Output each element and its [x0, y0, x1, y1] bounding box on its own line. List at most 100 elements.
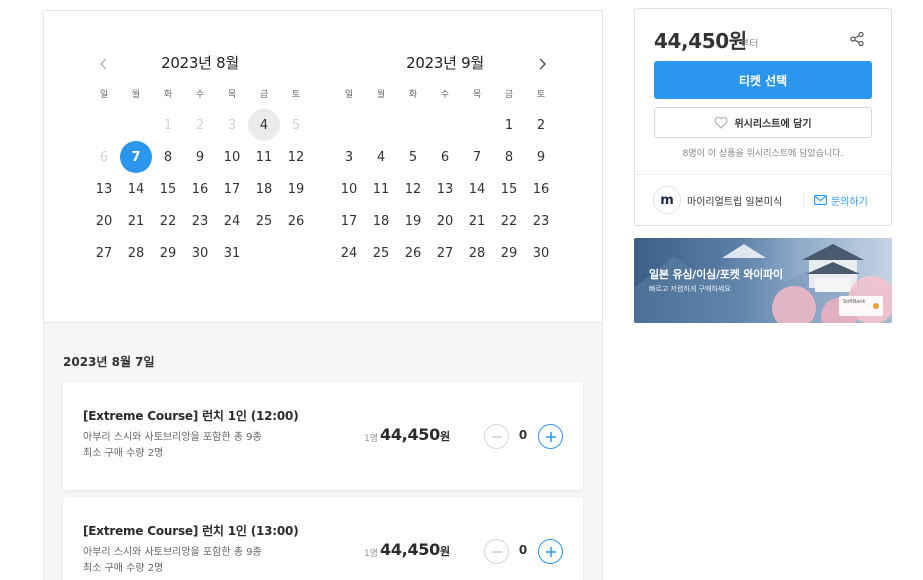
banner-title: 일본 유심/이심/포켓 와이파이 — [649, 268, 783, 281]
weekday-header: 일월화수목금토 — [333, 87, 557, 103]
empty-cell — [88, 109, 120, 141]
calendar-day[interactable]: 17 — [333, 205, 365, 237]
calendar-day[interactable]: 29 — [152, 237, 184, 269]
calendar-day: 6 — [99, 149, 109, 165]
calendar-day[interactable]: 3 — [333, 141, 365, 173]
add-to-wishlist-button[interactable]: 위시리스트에 담기 — [654, 107, 872, 138]
calendar-day[interactable]: 15 — [152, 173, 184, 205]
empty-cell — [429, 109, 461, 141]
calendar-day[interactable]: 14 — [461, 173, 493, 205]
calendar-day[interactable]: 20 — [88, 205, 120, 237]
ticket-desc-line: 아부리 스시와 사토브리앙을 포함한 총 9종 — [83, 547, 262, 558]
weekday-label: 토 — [536, 90, 546, 100]
ticket-min-quantity: 최소 구매 수량 2명 — [83, 448, 164, 459]
share-button[interactable] — [849, 31, 865, 47]
calendar-day[interactable]: 1 — [493, 109, 525, 141]
calendar-day[interactable]: 9 — [525, 141, 557, 173]
calendar-day[interactable]: 10 — [333, 173, 365, 205]
host-name[interactable]: 마이리얼트립 일본미식 — [687, 193, 782, 208]
weekday-label: 금 — [259, 90, 269, 100]
calendar-day[interactable]: 21 — [461, 205, 493, 237]
calendar-day[interactable]: 16 — [184, 173, 216, 205]
decrease-quantity-button[interactable] — [484, 424, 509, 449]
calendar-day[interactable]: 25 — [365, 237, 397, 269]
select-ticket-button[interactable]: 티켓 선택 — [654, 61, 872, 99]
calendar-day[interactable]: 12 — [397, 173, 429, 205]
calendar-day[interactable]: 6 — [429, 141, 461, 173]
empty-cell — [120, 109, 152, 141]
plus-icon — [545, 546, 556, 557]
ticket-card: [Extreme Course] 런치 1인 (13:00) 아부리 스시와 사… — [63, 497, 583, 580]
empty-cell — [365, 109, 397, 141]
price-unit: 1명 — [364, 434, 379, 444]
decrease-quantity-button[interactable] — [484, 539, 509, 564]
calendar-day[interactable]: 2 — [525, 109, 557, 141]
calendar-day[interactable]: 13 — [429, 173, 461, 205]
minus-icon — [491, 435, 502, 438]
calendar-day[interactable]: 27 — [429, 237, 461, 269]
calendar-day[interactable]: 18 — [248, 173, 280, 205]
calendar-day[interactable]: 18 — [365, 205, 397, 237]
calendar-day[interactable]: 7 — [461, 141, 493, 173]
ticket-name: [Extreme Course] 런치 1인 (12:00) — [83, 409, 299, 423]
calendar-day[interactable]: 26 — [280, 205, 312, 237]
calendar-day[interactable]: 19 — [280, 173, 312, 205]
weekday-label: 토 — [291, 90, 301, 100]
calendar-day-selected[interactable]: 7 — [120, 141, 152, 173]
calendar-day[interactable]: 24 — [333, 237, 365, 269]
calendar-day[interactable]: 5 — [397, 141, 429, 173]
calendar-day[interactable]: 24 — [216, 205, 248, 237]
inquiry-button[interactable]: 문의하기 — [803, 191, 874, 209]
price-currency: 원 — [439, 545, 450, 558]
calendar: 2023년 8월 일월화수목금토 1 2 3 4 5 6 7 8 9 10 11 12 13 14 15 16… — [44, 11, 602, 322]
calendar-day[interactable]: 15 — [493, 173, 525, 205]
calendar-day[interactable]: 20 — [429, 205, 461, 237]
calendar-day[interactable]: 8 — [152, 141, 184, 173]
calendar-day[interactable]: 10 — [216, 141, 248, 173]
calendar-day[interactable]: 11 — [248, 141, 280, 173]
calendar-day[interactable]: 28 — [461, 237, 493, 269]
calendar-day[interactable]: 21 — [120, 205, 152, 237]
calendar-day[interactable]: 30 — [525, 237, 557, 269]
month-august: 2023년 8월 일월화수목금토 1 2 3 4 5 6 7 8 9 10 11 12 13 14 15 16… — [88, 51, 312, 269]
wishlist-count-note: 8명이 이 상품을 위시리스트에 담았습니다. — [682, 149, 844, 159]
calendar-day[interactable]: 30 — [184, 237, 216, 269]
calendar-day: 3 — [227, 117, 237, 133]
calendar-day[interactable]: 14 — [120, 173, 152, 205]
calendar-day[interactable]: 22 — [493, 205, 525, 237]
calendar-day[interactable]: 17 — [216, 173, 248, 205]
increase-quantity-button[interactable] — [538, 539, 563, 564]
calendar-day[interactable]: 22 — [152, 205, 184, 237]
calendar-day[interactable]: 11 — [365, 173, 397, 205]
promo-banner[interactable]: 일본 유심/이심/포켓 와이파이 빠르고 저렴하게 구매하세요 SoftBank — [634, 238, 892, 323]
ticket-name: [Extreme Course] 런치 1인 (13:00) — [83, 524, 299, 538]
calendar-day[interactable]: 19 — [397, 205, 429, 237]
calendar-day[interactable]: 4 — [365, 141, 397, 173]
calendar-day[interactable]: 9 — [184, 141, 216, 173]
calendar-day[interactable]: 25 — [248, 205, 280, 237]
calendar-day[interactable]: 12 — [280, 141, 312, 173]
calendar-day[interactable]: 28 — [120, 237, 152, 269]
calendar-day[interactable]: 8 — [493, 141, 525, 173]
calendar-day[interactable]: 29 — [493, 237, 525, 269]
minus-icon — [491, 550, 502, 553]
quantity-value: 0 — [518, 428, 528, 442]
ticket-min-quantity: 최소 구매 수량 2명 — [83, 563, 164, 574]
plus-icon — [545, 431, 556, 442]
empty-cell — [280, 237, 312, 269]
calendar-day[interactable]: 27 — [88, 237, 120, 269]
banner-subtitle: 빠르고 저렴하게 구매하세요 — [649, 285, 731, 293]
calendar-day[interactable]: 4 — [248, 109, 280, 141]
increase-quantity-button[interactable] — [538, 424, 563, 449]
calendar-day[interactable]: 16 — [525, 173, 557, 205]
calendar-day[interactable]: 23 — [184, 205, 216, 237]
calendar-day[interactable]: 31 — [216, 237, 248, 269]
selected-date-label: 2023년 8월 7일 — [63, 355, 155, 369]
month-september: 2023년 9월 일월화수목금토 1 2 3 4 5 6 7 8 9 10 11 12 13 14 15 16… — [333, 51, 557, 269]
calendar-day[interactable]: 23 — [525, 205, 557, 237]
calendar-day[interactable]: 13 — [88, 173, 120, 205]
softbank-logo: SoftBank — [843, 299, 866, 305]
share-icon — [850, 31, 864, 47]
calendar-day[interactable]: 26 — [397, 237, 429, 269]
divider — [635, 174, 891, 175]
